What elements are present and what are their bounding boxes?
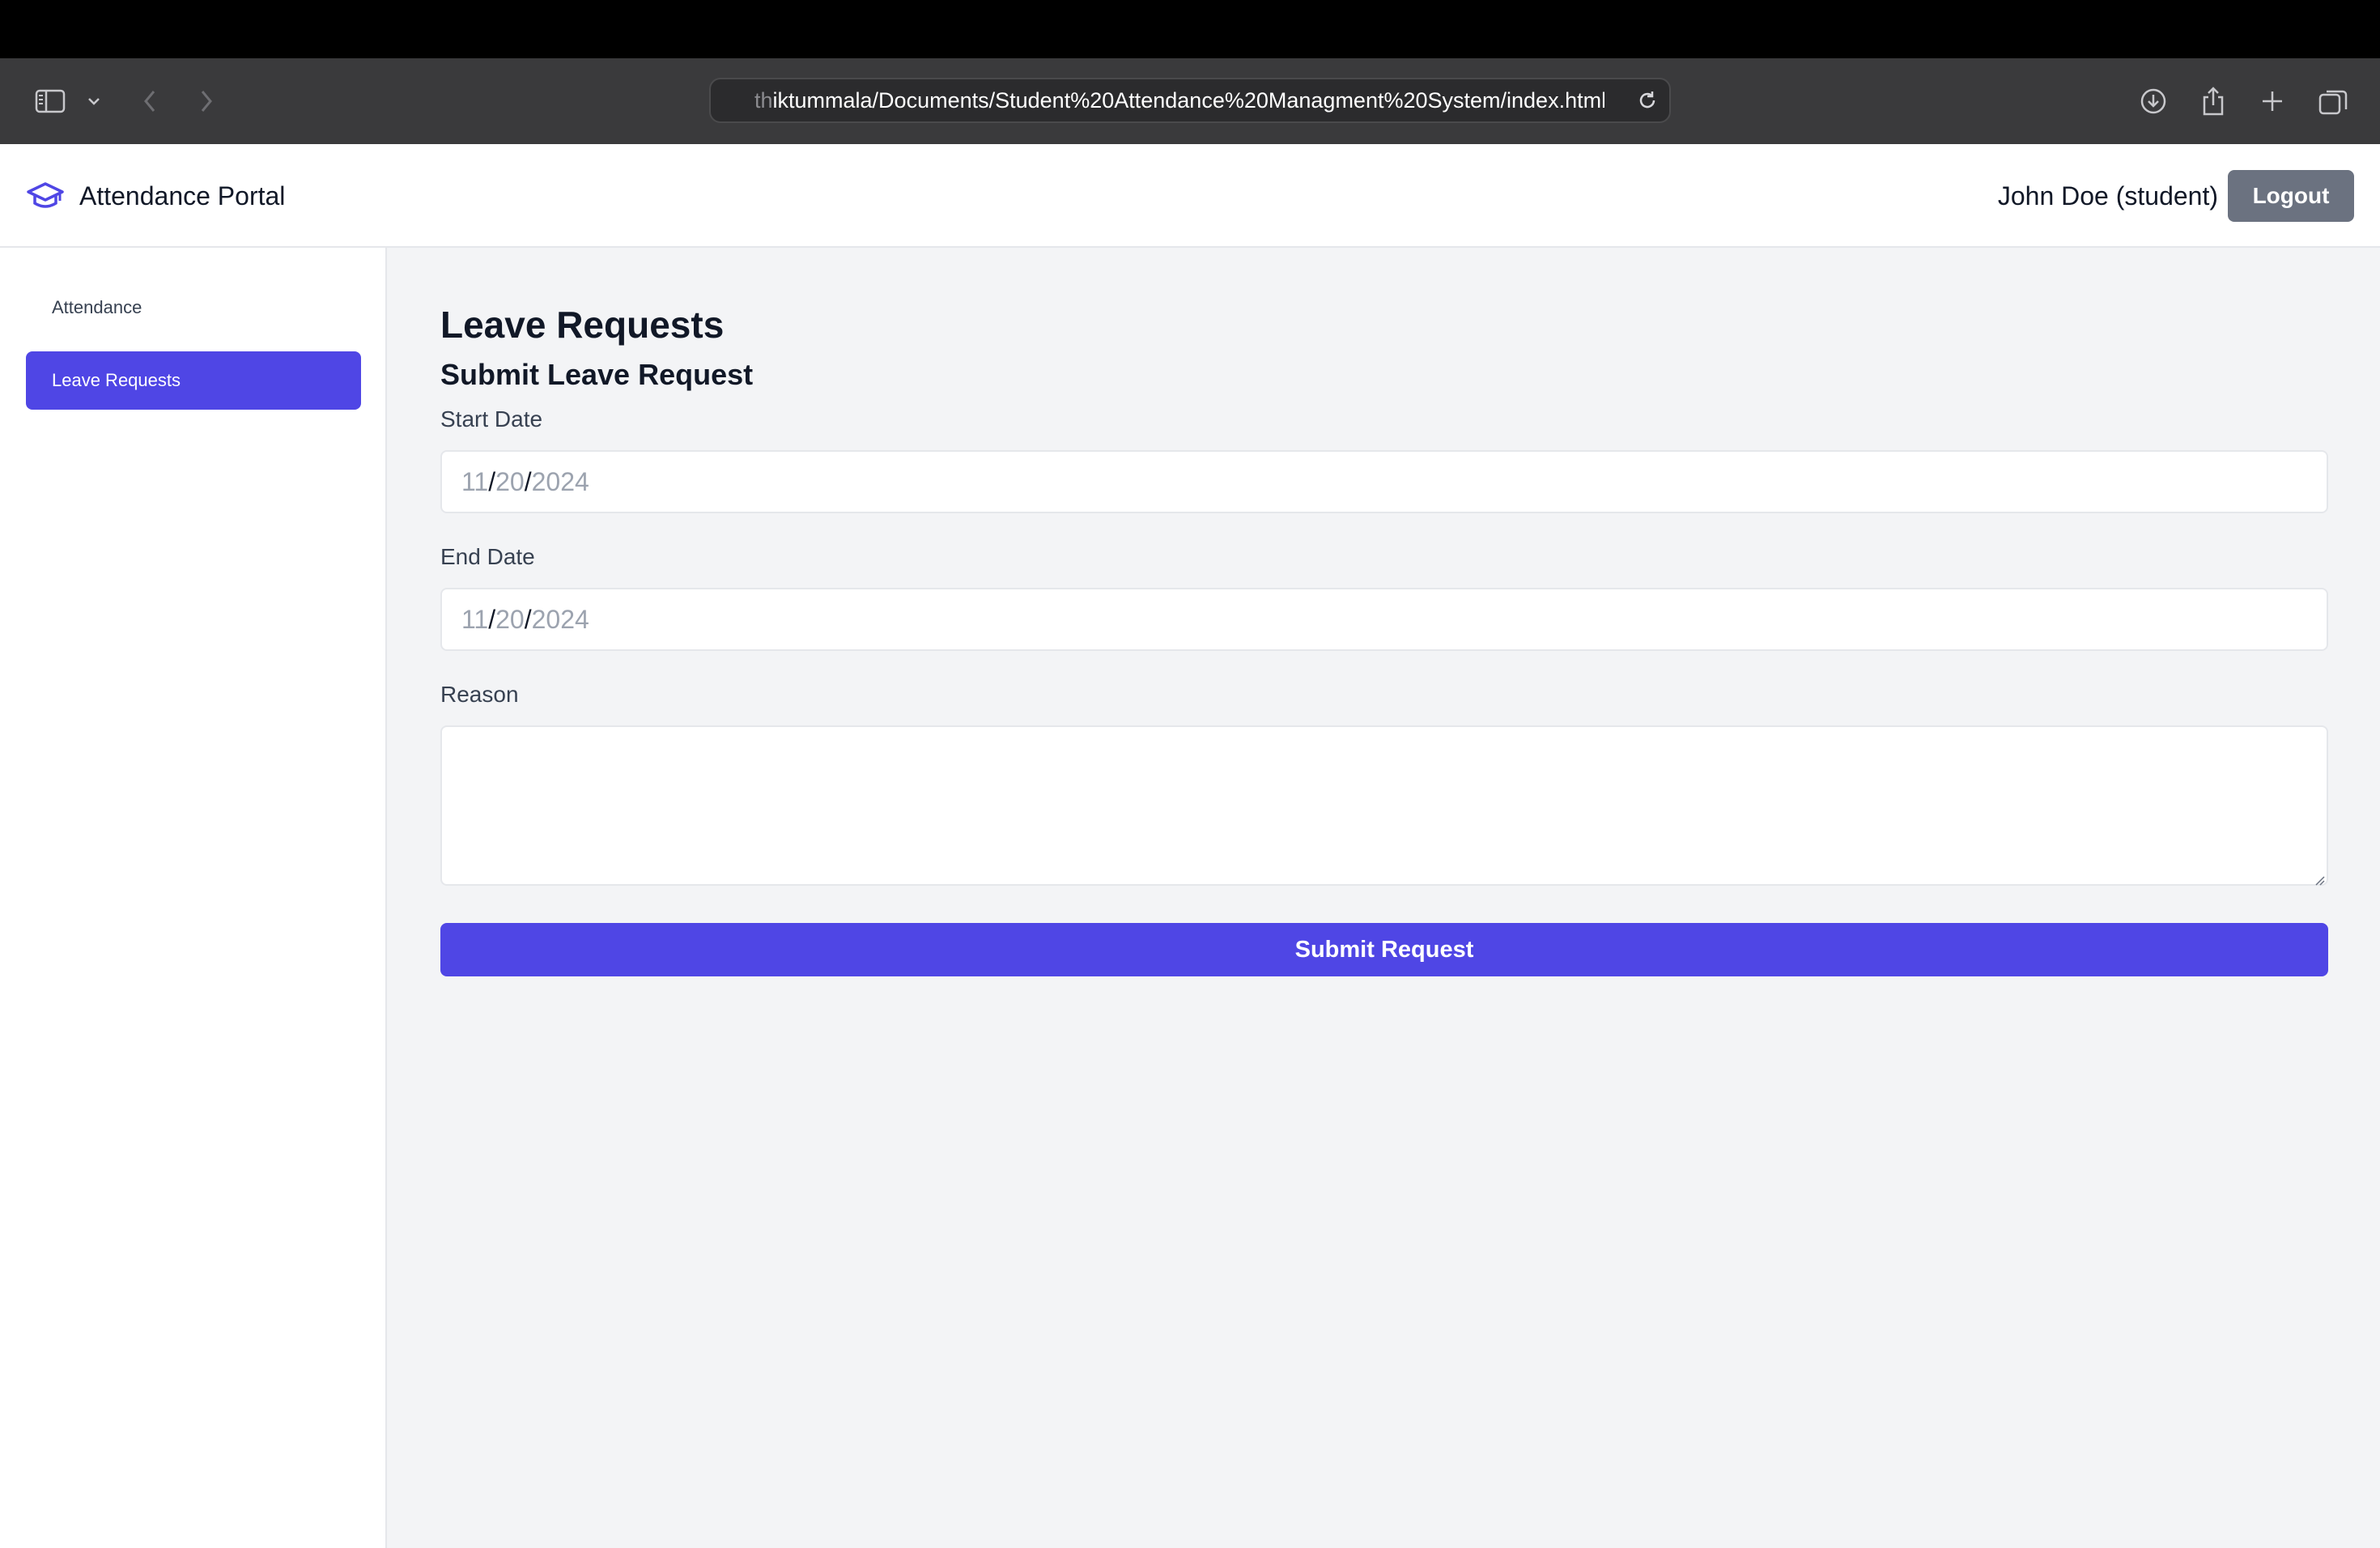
address-bar[interactable]: thiktummala/Documents/Student%20Attendan… [709,78,1671,123]
chevron-down-icon[interactable] [84,58,104,144]
start-date-year[interactable]: 2024 [532,467,589,497]
sidebar: Attendance Leave Requests [0,248,387,1548]
download-icon[interactable] [2137,58,2170,144]
page-title: Leave Requests [440,304,725,346]
sidebar-item-leave-requests[interactable]: Leave Requests [26,351,361,410]
reason-label: Reason [440,682,519,707]
app-header: Attendance Portal John Doe (student) Log… [0,144,2380,248]
back-icon[interactable] [138,58,162,144]
start-date-month[interactable]: 11 [461,467,488,497]
end-date-label: End Date [440,544,535,569]
new-tab-icon[interactable] [2259,58,2286,144]
page: Attendance Portal John Doe (student) Log… [0,144,2380,1548]
sidebar-item-attendance[interactable]: Attendance [26,279,361,337]
user-area: John Doe (student) Logout [1998,144,2354,248]
start-date-day[interactable]: 20 [495,467,525,497]
sidebar-toggle-icon[interactable] [32,58,68,144]
end-date-day[interactable]: 20 [495,605,525,635]
start-date-label: Start Date [440,406,543,432]
url-text: thiktummala/Documents/Student%20Attendan… [754,88,1604,113]
tab-overview-icon[interactable] [2317,58,2349,144]
end-date-month[interactable]: 11 [461,605,488,635]
user-label: John Doe (student) [1997,181,2218,211]
submit-request-button[interactable]: Submit Request [440,923,2328,976]
start-date-input[interactable]: 11/20/2024 [440,450,2328,513]
end-date-year[interactable]: 2024 [532,605,589,635]
reason-textarea[interactable] [440,725,2328,886]
logout-button[interactable]: Logout [2228,170,2354,222]
reload-icon[interactable] [1637,79,1658,121]
brand: Attendance Portal [26,144,285,248]
os-menu-bar [0,0,2380,58]
graduation-cap-icon [26,176,65,215]
browser-toolbar: thiktummala/Documents/Student%20Attendan… [0,58,2380,144]
share-icon[interactable] [2199,58,2228,144]
resize-grip-icon[interactable] [2314,874,2325,886]
brand-title: Attendance Portal [79,181,286,211]
end-date-input[interactable]: 11/20/2024 [440,588,2328,651]
forward-icon[interactable] [194,58,219,144]
form-title: Submit Leave Request [440,358,754,391]
